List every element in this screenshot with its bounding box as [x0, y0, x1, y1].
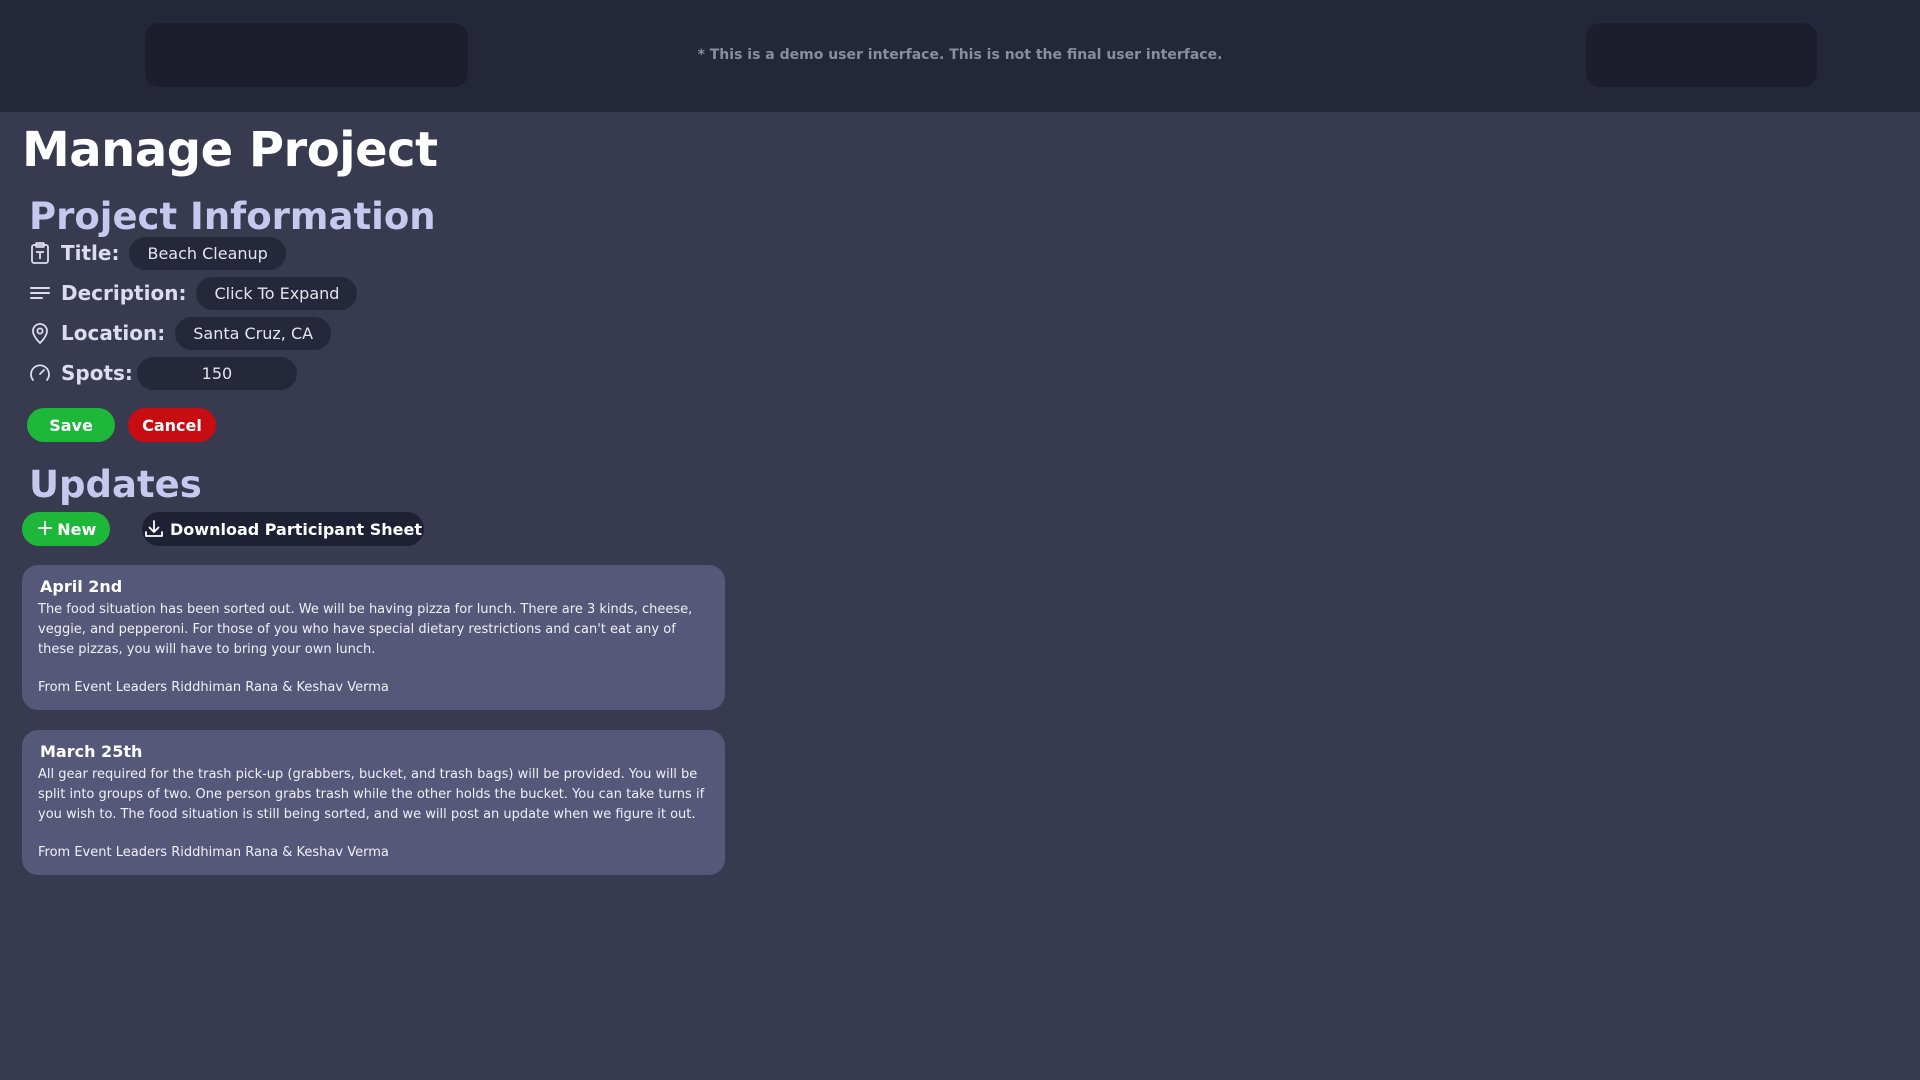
update-card: April 2nd The food situation has been so… [22, 565, 725, 710]
location-input[interactable]: Santa Cruz, CA [175, 316, 332, 350]
page-title: Manage Project [22, 122, 438, 178]
gauge-icon [29, 362, 51, 384]
location-label: Location: [61, 321, 166, 345]
updates-heading: Updates [29, 463, 202, 506]
update-date: March 25th [40, 742, 143, 761]
title-input[interactable]: Beach Cleanup [129, 236, 286, 270]
save-button[interactable]: Save [27, 408, 115, 442]
text-lines-icon [29, 282, 51, 304]
plus-icon: + [35, 516, 55, 541]
location-pin-icon [29, 322, 51, 344]
spots-label: Spots: [61, 361, 133, 385]
description-label: Decription: [61, 281, 187, 305]
top-bar: * This is a demo user interface. This is… [0, 0, 1920, 112]
description-expand-button[interactable]: Click To Expand [196, 276, 358, 310]
title-label: Title: [61, 241, 120, 265]
project-information-heading: Project Information [29, 195, 436, 238]
spots-input[interactable]: 150 [136, 356, 297, 390]
download-icon [144, 519, 164, 539]
update-date: April 2nd [40, 577, 123, 596]
update-signature: From Event Leaders Riddhiman Rana & Kesh… [38, 680, 389, 695]
clipboard-icon [29, 242, 51, 264]
new-update-label: New [57, 519, 97, 539]
header-right-placeholder [1586, 23, 1817, 87]
download-label: Download Participant Sheet [170, 519, 422, 539]
update-card: March 25th All gear required for the tra… [22, 730, 725, 875]
download-participant-sheet-button[interactable]: Download Participant Sheet [142, 512, 424, 546]
update-signature: From Event Leaders Riddhiman Rana & Kesh… [38, 845, 389, 860]
location-field-row: Location: Santa Cruz, CA [29, 316, 332, 350]
header-left-placeholder [145, 23, 468, 87]
demo-notice: * This is a demo user interface. This is… [697, 47, 1223, 63]
description-field-row: Decription: Click To Expand [29, 276, 358, 310]
cancel-button[interactable]: Cancel [128, 408, 216, 442]
title-field-row: Title: Beach Cleanup [29, 236, 286, 270]
update-body: The food situation has been sorted out. … [38, 602, 693, 657]
update-body: All gear required for the trash pick-up … [38, 767, 705, 822]
spots-field-row: Spots: 150 [29, 356, 297, 390]
new-update-button[interactable]: + New [22, 512, 110, 546]
